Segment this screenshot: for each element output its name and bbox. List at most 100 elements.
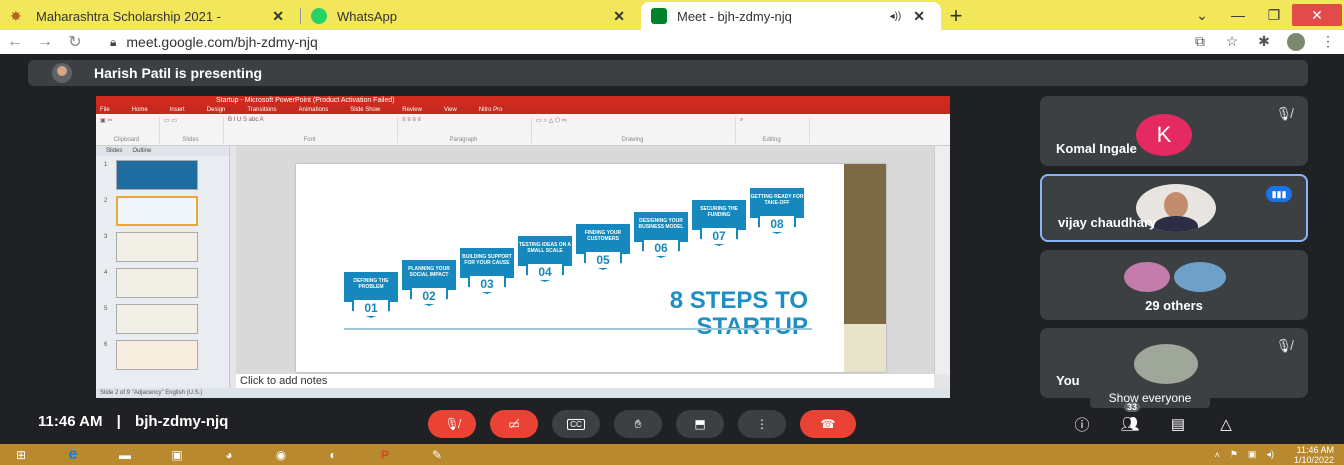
window-controls: ⌄ — ❐ ✕ <box>1184 0 1344 30</box>
meeting-info: 11:46 AM | bjh-zdmy-njq <box>38 413 228 430</box>
slide-canvas: DEFINING THE PROBLEM 01 PLANNING YOUR SO… <box>236 146 934 374</box>
mic-off-icon: 🎙︎̸ <box>1275 338 1292 353</box>
slide-thumbnail <box>116 268 198 298</box>
file-explorer-icon[interactable]: ▬ <box>104 444 146 465</box>
end-call-button[interactable]: ☎︎ <box>800 410 856 438</box>
presenting-banner: Harish Patil is presenting <box>28 60 1308 86</box>
minimize-button[interactable]: — <box>1220 7 1256 23</box>
clock-time: 11:46 AM <box>1296 444 1334 455</box>
avatar <box>1134 344 1198 384</box>
tab-meet[interactable]: Meet - bjh-zdmy-njq ◂)) ✕ <box>641 2 941 30</box>
address-bar: ← → ↻ 🔒︎ meet.google.com/bjh-zdmy-njq ⧉ … <box>0 30 1344 54</box>
panel-tab: Slides <box>106 148 123 154</box>
tab-title: Meet - bjh-zdmy-njq <box>677 8 792 24</box>
tab-close-icon[interactable]: ✕ <box>907 8 931 25</box>
slide-baseline <box>344 328 812 330</box>
flag-icon[interactable]: ⚑ <box>1230 449 1238 460</box>
more-options-button[interactable]: ⋮ <box>738 410 786 438</box>
hand-icon: ✋︎ <box>634 416 642 431</box>
meeting-details-button[interactable]: ⓘ <box>1068 410 1096 438</box>
forward-icon[interactable]: → <box>30 33 60 51</box>
windows-taskbar: ⊞ e ▬ ▣ ◕ ◉ ◐ P ✎ ˄ ⚑ ▣ ◂) 11:46 AM 1/10… <box>0 444 1344 465</box>
slide-scrollbar <box>934 146 950 374</box>
camera-off-button[interactable]: ▭̸ <box>490 410 538 438</box>
network-icon[interactable]: ▣ <box>1248 449 1257 460</box>
edge-icon[interactable]: ◐ <box>312 444 354 465</box>
scholarship-favicon-icon: ✸ <box>10 8 22 24</box>
volume-icon[interactable]: ◂) <box>1266 449 1274 460</box>
raise-hand-button[interactable]: ✋︎ <box>614 410 662 438</box>
meet-icon <box>651 8 667 24</box>
internet-explorer-icon[interactable]: e <box>52 444 94 465</box>
presenter-avatar <box>52 63 72 83</box>
step-card: FINDING YOUR CUSTOMERS 05 <box>576 224 630 270</box>
participant-tile-vijay[interactable]: ▮▮▮ vijay chaudhary <box>1040 174 1308 242</box>
menu-kebab-icon[interactable]: ⋮ <box>1312 33 1344 51</box>
extensions-icon[interactable]: ✱ <box>1248 33 1280 51</box>
step-card: BUILDING SUPPORT FOR YOUR CAUSE 03 <box>460 248 514 294</box>
meeting-time: 11:46 AM <box>38 413 103 430</box>
menu-item: View <box>443 107 457 113</box>
audio-playing-icon[interactable]: ◂)) <box>890 11 902 22</box>
call-controls: 🎙︎̸ ▭̸ CC ✋︎ ⬒ ⋮ ☎︎ <box>428 410 856 438</box>
ribbon-group: ≡ ≡ ≡ ≡ Paragraph <box>402 117 532 143</box>
tab-whatsapp[interactable]: WhatsApp ✕ <box>301 2 641 30</box>
menu-item: Review <box>402 107 422 113</box>
menu-item: Animations <box>298 107 329 113</box>
tab-close-icon[interactable]: ✕ <box>607 8 631 25</box>
lock-icon[interactable]: 🔒︎ <box>110 35 116 50</box>
avatar: K <box>1136 114 1192 156</box>
activities-button[interactable]: △ <box>1212 410 1240 438</box>
restore-button[interactable]: ❐ <box>1256 7 1292 24</box>
others-count: 29 others <box>1145 298 1203 313</box>
present-button[interactable]: ⬒ <box>676 410 724 438</box>
powerpoint-menu: File Home Insert Design Transitions Anim… <box>96 106 950 114</box>
start-icon[interactable]: ⊞ <box>0 444 42 465</box>
current-slide: DEFINING THE PROBLEM 01 PLANNING YOUR SO… <box>296 164 886 372</box>
bookmark-star-icon[interactable]: ☆ <box>1216 33 1248 51</box>
profile-avatar[interactable] <box>1287 33 1305 51</box>
speaking-indicator-icon: ▮▮▮ <box>1266 186 1292 202</box>
powerpoint-ribbon: ▣ ✂ Clipboard ▭ ▭ Slides B I U S abc A Font… <box>96 114 950 146</box>
menu-item: Design <box>206 107 226 113</box>
whatsapp-icon <box>311 8 327 24</box>
new-tab-button[interactable]: + <box>941 2 971 30</box>
captions-icon: CC <box>567 418 585 430</box>
reload-icon[interactable]: ↻ <box>60 32 90 52</box>
cast-icon[interactable]: ⧉ <box>1184 33 1216 51</box>
clock-date: 1/10/2022 <box>1293 454 1334 465</box>
paint-icon[interactable]: ✎ <box>416 444 458 465</box>
mic-off-button[interactable]: 🎙︎̸ <box>428 410 476 438</box>
url-text: meet.google.com/bjh-zdmy-njq <box>126 34 318 50</box>
slides-panel: Slides Outline 1 2 3 4 5 6 <box>96 146 230 398</box>
slide-thumbnail <box>116 232 198 262</box>
shared-screen: Startup - Microsoft PowerPoint (Product … <box>96 96 950 398</box>
tab-close-icon[interactable]: ✕ <box>266 8 290 25</box>
url-field[interactable]: 🔒︎ meet.google.com/bjh-zdmy-njq <box>110 34 318 50</box>
store-icon[interactable]: ▣ <box>156 444 198 465</box>
participant-tile-others[interactable]: 29 others <box>1040 250 1308 320</box>
tab-search-icon[interactable]: ⌄ <box>1184 7 1220 24</box>
present-icon: ⬒ <box>694 417 706 431</box>
tab-scholarship[interactable]: ✸ Maharashtra Scholarship 2021 - ✕ <box>0 2 300 30</box>
slide-side-block <box>844 324 886 372</box>
taskbar-clock[interactable]: 11:46 AM 1/10/2022 <box>1294 445 1334 465</box>
step-card: TESTING IDEAS ON A SMALL SCALE 04 <box>518 236 572 282</box>
captions-button[interactable]: CC <box>552 410 600 438</box>
close-window-button[interactable]: ✕ <box>1292 4 1342 26</box>
back-icon[interactable]: ← <box>0 33 30 51</box>
right-controls: ⓘ 33 👥︎ ▤ △ <box>1068 402 1240 438</box>
hang-up-icon: ☎︎ <box>820 417 836 431</box>
chrome-icon[interactable]: ◉ <box>260 444 302 465</box>
participant-name: vijay chaudhary <box>1058 215 1157 230</box>
powerpoint-icon[interactable]: P <box>364 444 406 465</box>
people-button[interactable]: 33 👥︎ <box>1116 402 1144 438</box>
firefox-icon[interactable]: ◕ <box>208 444 250 465</box>
tray-arrow-icon[interactable]: ˄ <box>1215 450 1220 460</box>
ribbon-group: ⌕ Editing <box>740 117 810 143</box>
chat-button[interactable]: ▤ <box>1164 410 1192 438</box>
step-card: DESIGNING YOUR BUSINESS MODEL 06 <box>634 212 688 258</box>
participant-tile-komal[interactable]: K 🎙︎̸ Komal Ingale <box>1040 96 1308 166</box>
tab-title: Maharashtra Scholarship 2021 - <box>36 8 221 24</box>
notes-pane: Click to add notes <box>236 374 934 388</box>
